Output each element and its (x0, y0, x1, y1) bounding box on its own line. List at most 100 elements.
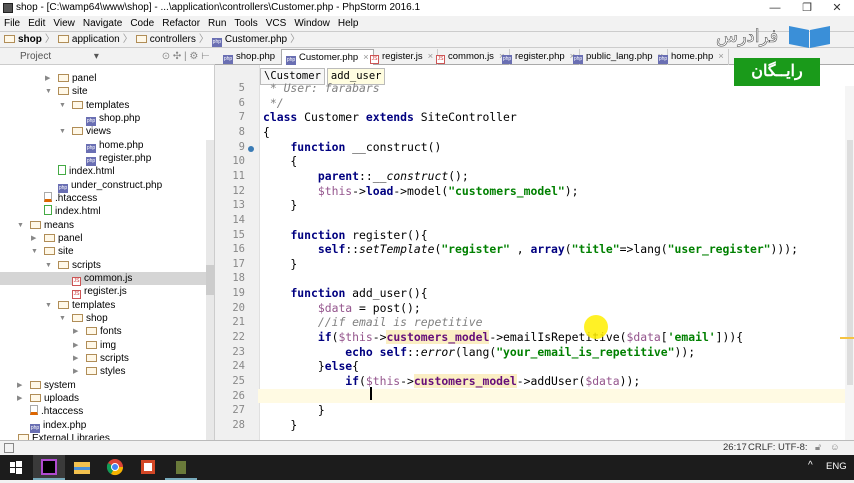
tree-item-label[interactable]: index.html (44, 205, 101, 218)
code-line[interactable]: */ (263, 96, 848, 111)
tree-item-label[interactable]: panel (58, 72, 96, 85)
tree-item[interactable]: ▼ site (0, 85, 207, 98)
breadcrumb-item[interactable]: controllers (135, 34, 196, 45)
code-line[interactable] (258, 388, 845, 404)
menu-code[interactable]: Code (126, 18, 158, 29)
tree-item[interactable]: .htaccess (0, 405, 207, 418)
tab-shop-php[interactable]: phpshop.php× (219, 49, 291, 65)
menu-refactor[interactable]: Refactor (158, 18, 204, 29)
tab-home-php[interactable]: php home.php × (654, 49, 729, 65)
tree-item[interactable]: ▼ scripts (0, 259, 207, 272)
tree-item-label[interactable]: site (58, 85, 88, 98)
start-button[interactable] (0, 455, 32, 480)
tree-item-label[interactable]: php home.php (86, 139, 143, 153)
tree-item-label[interactable]: .htaccess (44, 191, 97, 205)
tree-item-text[interactable]: scripts (72, 260, 101, 271)
collapsed-arrow-icon[interactable]: ▶ (31, 232, 36, 245)
collapsed-arrow-icon[interactable]: ▶ (45, 72, 50, 85)
tree-item-label[interactable]: index.html (58, 165, 115, 178)
tree-item-text[interactable]: index.php (43, 420, 86, 431)
tree-item-label[interactable]: php under_construct.php (58, 179, 162, 193)
tree-item-text[interactable]: means (44, 220, 74, 231)
collapsed-arrow-icon[interactable]: ▶ (17, 379, 22, 392)
expanded-arrow-icon[interactable]: ▼ (59, 99, 66, 112)
tree-item-label[interactable]: views (72, 125, 111, 138)
expanded-arrow-icon[interactable]: ▼ (31, 245, 38, 258)
tree-item[interactable]: php shop.php (0, 112, 207, 126)
breadcrumb-label[interactable]: controllers (150, 34, 196, 45)
tree-item-text[interactable]: .htaccess (55, 193, 97, 204)
tree-item-text[interactable]: system (44, 380, 76, 391)
chrome-icon[interactable] (99, 455, 131, 480)
code-line[interactable]: function add_user(){ (263, 286, 848, 301)
tree-item-label[interactable]: External Libraries (18, 432, 110, 440)
tree-item-text[interactable]: views (86, 126, 111, 137)
tree-item-text[interactable]: register.js (84, 286, 127, 297)
collapsed-arrow-icon[interactable]: ▶ (73, 365, 78, 378)
tree-item-label[interactable]: img (86, 339, 116, 352)
chevron-down-icon[interactable]: ▾ (94, 51, 99, 62)
code-line[interactable]: } (263, 257, 848, 272)
tree-item-label[interactable]: templates (58, 299, 115, 312)
menu-tools[interactable]: Tools (230, 18, 261, 29)
tree-item[interactable]: ▶ img (0, 339, 207, 352)
tree-item-label[interactable]: scripts (86, 352, 129, 365)
tree-item[interactable]: ▶ scripts (0, 352, 207, 365)
tool-windows-icon[interactable] (4, 443, 14, 453)
tree-item-text[interactable]: .htaccess (41, 406, 83, 417)
tree-item-text[interactable]: img (100, 340, 116, 351)
tree-item-label[interactable]: php index.php (30, 419, 86, 433)
tree-item-text[interactable]: templates (86, 100, 129, 111)
menu-help[interactable]: Help (334, 18, 363, 29)
tree-item-label[interactable]: .htaccess (30, 405, 83, 418)
menu-edit[interactable]: Edit (24, 18, 49, 29)
collapsed-arrow-icon[interactable]: ▶ (17, 392, 22, 405)
code-line[interactable]: if($this->customers_model->emailIsRepeti… (263, 330, 848, 345)
tab-label[interactable]: shop.php (236, 51, 275, 62)
code-line[interactable]: //if email is repetitive (263, 315, 848, 330)
collapsed-arrow-icon[interactable]: ▶ (73, 339, 78, 352)
expanded-arrow-icon[interactable]: ▼ (45, 85, 52, 98)
tree-item[interactable]: index.html (0, 165, 207, 178)
tree-item-label[interactable]: panel (44, 232, 82, 245)
expanded-arrow-icon[interactable]: ▼ (17, 219, 24, 232)
tree-item[interactable]: .htaccess (0, 191, 207, 205)
project-scrollbar-thumb[interactable] (206, 265, 214, 295)
tree-item-text[interactable]: register.php (99, 153, 151, 164)
tree-item-text[interactable]: under_construct.php (71, 180, 162, 191)
code-line[interactable]: } (263, 198, 848, 213)
expanded-arrow-icon[interactable]: ▼ (59, 125, 66, 138)
tree-item-text[interactable]: site (72, 86, 88, 97)
tree-item-text[interactable]: styles (100, 366, 126, 377)
tree-item-label[interactable]: scripts (58, 259, 101, 272)
line-separator[interactable]: CRLF: (748, 441, 775, 455)
menu-view[interactable]: View (49, 18, 79, 29)
tree-item-label[interactable]: shop (72, 312, 108, 325)
code-line[interactable]: { (263, 154, 848, 169)
tree-item[interactable]: php register.php (0, 152, 207, 166)
tree-item[interactable]: ▼ views (0, 125, 207, 138)
tree-item-label[interactable]: JS register.js (72, 285, 127, 300)
tray-chevron-icon[interactable]: ^ (808, 460, 813, 471)
tree-item[interactable]: php home.php (0, 139, 207, 153)
close-tab-icon[interactable]: × (718, 51, 724, 62)
tree-item-label[interactable]: JS common.js (72, 272, 132, 286)
tree-item-label[interactable]: means (30, 219, 74, 232)
file-encoding[interactable]: UTF-8: (778, 441, 808, 455)
code-line[interactable]: { (263, 125, 848, 140)
tree-item[interactable]: ▼ templates (0, 99, 207, 112)
tree-item[interactable]: JS common.js (0, 271, 207, 286)
tree-item-label[interactable]: styles (86, 365, 126, 378)
tab-label[interactable]: register.php (515, 51, 565, 62)
caret-position[interactable]: 26:17 (723, 441, 747, 455)
breadcrumb-item[interactable]: shop (4, 34, 42, 45)
menu-run[interactable]: Run (204, 18, 230, 29)
code-line[interactable]: } (263, 403, 848, 418)
tab-Customer-php[interactable]: php Customer.php × (281, 49, 374, 65)
tree-item[interactable]: ▼ shop (0, 312, 207, 325)
code-line[interactable]: echo self::error(lang("your_email_is_rep… (263, 345, 848, 360)
tree-item-text[interactable]: shop.php (99, 113, 140, 124)
tree-item[interactable]: ▶ panel (0, 232, 207, 245)
language-indicator[interactable]: ENG (826, 461, 847, 472)
code-line[interactable]: class Customer extends SiteController (263, 110, 848, 125)
